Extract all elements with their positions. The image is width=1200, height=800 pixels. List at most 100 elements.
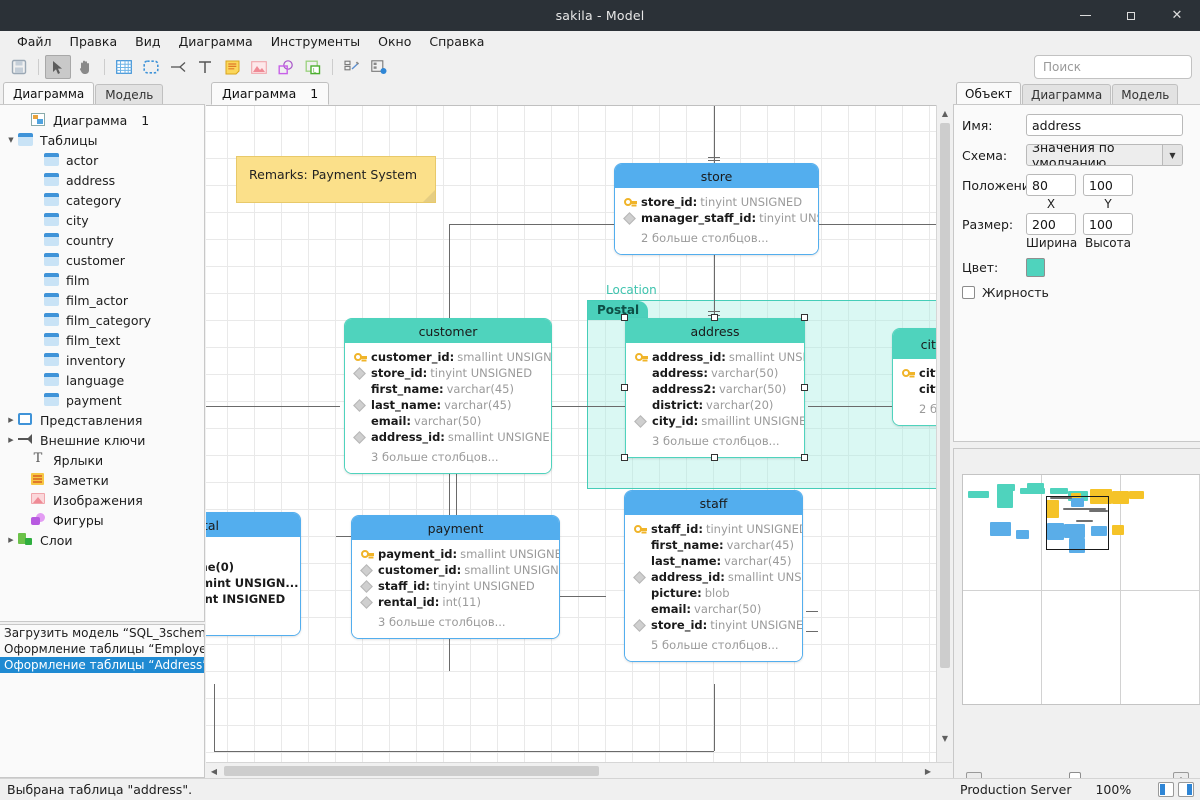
table-column[interactable]: address2:varchar(50) — [626, 381, 804, 397]
table-column[interactable]: email:varchar(50) — [345, 413, 551, 429]
chevron-down-icon[interactable]: ▼ — [1162, 145, 1182, 165]
right-pane-toggle-icon[interactable] — [1178, 782, 1194, 797]
table-header-store[interactable]: store — [615, 164, 818, 188]
tree-item-customer[interactable]: customer — [0, 250, 204, 270]
table-column[interactable]: manager_staff_id:tinyint UNSIGNED — [615, 210, 818, 226]
scroll-down-arrow[interactable]: ▼ — [937, 730, 953, 746]
scroll-right-arrow[interactable]: ▶ — [920, 763, 936, 779]
left-pane-toggle-icon[interactable] — [1158, 782, 1174, 797]
tree-item-payment[interactable]: payment — [0, 390, 204, 410]
name-field[interactable]: address — [1026, 114, 1183, 136]
menu-window[interactable]: Окно — [369, 32, 420, 51]
tree-item-country[interactable]: country — [0, 230, 204, 250]
table-column[interactable]: ediumint UNSIGN... — [206, 575, 300, 591]
table-column[interactable]: first_name:varchar(45) — [345, 381, 551, 397]
table-header-rental[interactable]: ntal — [206, 513, 300, 537]
align-icon[interactable] — [339, 55, 365, 79]
resize-handle[interactable] — [621, 384, 628, 391]
close-button[interactable]: ✕ — [1154, 0, 1200, 31]
table-column[interactable]: store_id:tinyint UNSIGNED — [345, 365, 551, 381]
menu-diagram[interactable]: Диаграмма — [169, 32, 261, 51]
menu-tools[interactable]: Инструменты — [262, 32, 369, 51]
table-column[interactable]: last_name:varchar(45) — [625, 553, 802, 569]
table-header-staff[interactable]: staff — [625, 491, 802, 515]
resize-handle[interactable] — [621, 454, 628, 461]
table-column[interactable]: city_id:smaillint UNSIGNED — [626, 413, 804, 429]
table-column[interactable]: rental_id:int(11) — [352, 594, 559, 610]
table-column[interactable]: address_id:smallint UNSIGNED — [626, 349, 804, 365]
diagram-note[interactable]: Remarks: Payment System — [236, 156, 436, 203]
table-column[interactable]: first_name:varchar(45) — [625, 537, 802, 553]
table-icon[interactable] — [111, 55, 137, 79]
note-icon[interactable] — [219, 55, 245, 79]
minimap[interactable] — [962, 474, 1200, 705]
tree-item-actor[interactable]: actor — [0, 150, 204, 170]
layer-icon[interactable]: L — [300, 55, 326, 79]
table-column[interactable]: ) — [206, 543, 300, 559]
resize-handle[interactable] — [711, 454, 718, 461]
history-item[interactable]: Оформление таблицы “Employee... — [0, 641, 204, 657]
table-column[interactable]: staff_id:tinyint UNSIGNED — [352, 578, 559, 594]
table-payment[interactable]: payment payment_id:smallint UNSIGNEDcusto… — [351, 515, 560, 639]
object-tree[interactable]: Диаграмма1▼Таблицыactoraddresscategoryci… — [0, 104, 205, 622]
scroll-left-arrow[interactable]: ◀ — [206, 763, 222, 779]
table-column[interactable]: picture:blob — [625, 585, 802, 601]
tree-item-film_actor[interactable]: film_actor — [0, 290, 204, 310]
tab-diagram-1[interactable]: Диаграмма 1 — [211, 82, 329, 105]
menu-file[interactable]: Файл — [8, 32, 61, 51]
tree-item-таблицы[interactable]: ▼Таблицы — [0, 130, 204, 150]
tree-item-category[interactable]: category — [0, 190, 204, 210]
tree-item-внешние-ключи[interactable]: ▶Внешние ключи — [0, 430, 204, 450]
schema-select[interactable]: Значения по умолчанию ▼ — [1026, 144, 1183, 166]
table-staff[interactable]: staff staff_id:tinyint UNSIGNEDfirst_name… — [624, 490, 803, 662]
tree-item-ярлыки[interactable]: TЯрлыки — [0, 450, 204, 470]
table-column[interactable]: customer_id:smallint UNSIGNED — [345, 349, 551, 365]
table-more-columns[interactable]: s... — [206, 611, 300, 627]
hand-icon[interactable] — [72, 55, 98, 79]
table-column[interactable]: tetime(0) — [206, 559, 300, 575]
table-header-address[interactable]: address — [626, 319, 804, 343]
settings-icon[interactable] — [366, 55, 392, 79]
tree-item-film[interactable]: film — [0, 270, 204, 290]
table-column[interactable]: customer_id:smallint UNSIGNED — [352, 562, 559, 578]
tree-item-language[interactable]: language — [0, 370, 204, 390]
resize-handle[interactable] — [711, 314, 718, 321]
minimap-viewport[interactable] — [1046, 496, 1109, 550]
history-item[interactable]: Оформление таблицы “Address” — [0, 657, 204, 673]
tab-diagram[interactable]: Диаграмма — [3, 82, 94, 104]
table-more-columns[interactable]: 2 больше столбцов... — [615, 230, 818, 246]
table-rental[interactable]: ntal)tetime(0)ediumint UNSIGN...mallint … — [206, 512, 301, 636]
table-column[interactable]: address_id:smallint UNSIGNED — [625, 569, 802, 585]
relation-icon[interactable] — [165, 55, 191, 79]
chevron-right-icon[interactable]: ▶ — [4, 536, 18, 544]
table-column[interactable]: mallint INSIGNED — [206, 591, 300, 607]
image-icon[interactable] — [246, 55, 272, 79]
scroll-up-arrow[interactable]: ▲ — [937, 105, 953, 121]
pointer-icon[interactable] — [45, 55, 71, 79]
table-column[interactable]: store_id:tinyint UNSIGNED — [615, 194, 818, 210]
table-customer[interactable]: customercustomer_id:smallint UNSIGNEDsto… — [344, 318, 552, 474]
table-address[interactable]: address address_id:smallint UNSIGNED addre… — [625, 318, 805, 458]
tab-diagram-props[interactable]: Диаграмма — [1022, 84, 1111, 104]
table-more-columns[interactable]: 3 больше столбцов... — [352, 614, 559, 630]
tree-item-address[interactable]: address — [0, 170, 204, 190]
tree-item-city[interactable]: city — [0, 210, 204, 230]
table-column[interactable]: payment_id:smallint UNSIGNED — [352, 546, 559, 562]
horizontal-scroll-thumb[interactable] — [224, 766, 599, 776]
canvas-vertical-scrollbar[interactable]: ▲ ▼ — [936, 105, 952, 762]
width-field[interactable]: 200 — [1026, 213, 1076, 235]
table-column[interactable]: last_name:varchar(45) — [345, 397, 551, 413]
position-x-field[interactable]: 80 — [1026, 174, 1076, 196]
chevron-right-icon[interactable]: ▶ — [4, 436, 18, 444]
tab-model-props[interactable]: Модель — [1112, 84, 1178, 104]
height-field[interactable]: 100 — [1083, 213, 1133, 235]
table-column[interactable]: address_id:smallint UNSIGNED — [345, 429, 551, 445]
table-column[interactable]: store_id:tinyint UNSIGNED — [625, 617, 802, 633]
table-more-columns[interactable]: 3 больше столбцов... — [626, 433, 804, 449]
shape-icon[interactable] — [273, 55, 299, 79]
table-column[interactable]: staff_id:tinyint UNSIGNED — [625, 521, 802, 537]
resize-handle[interactable] — [801, 314, 808, 321]
search-input[interactable] — [1043, 60, 1183, 74]
table-header-payment[interactable]: payment — [352, 516, 559, 540]
tree-item-заметки[interactable]: Заметки — [0, 470, 204, 490]
